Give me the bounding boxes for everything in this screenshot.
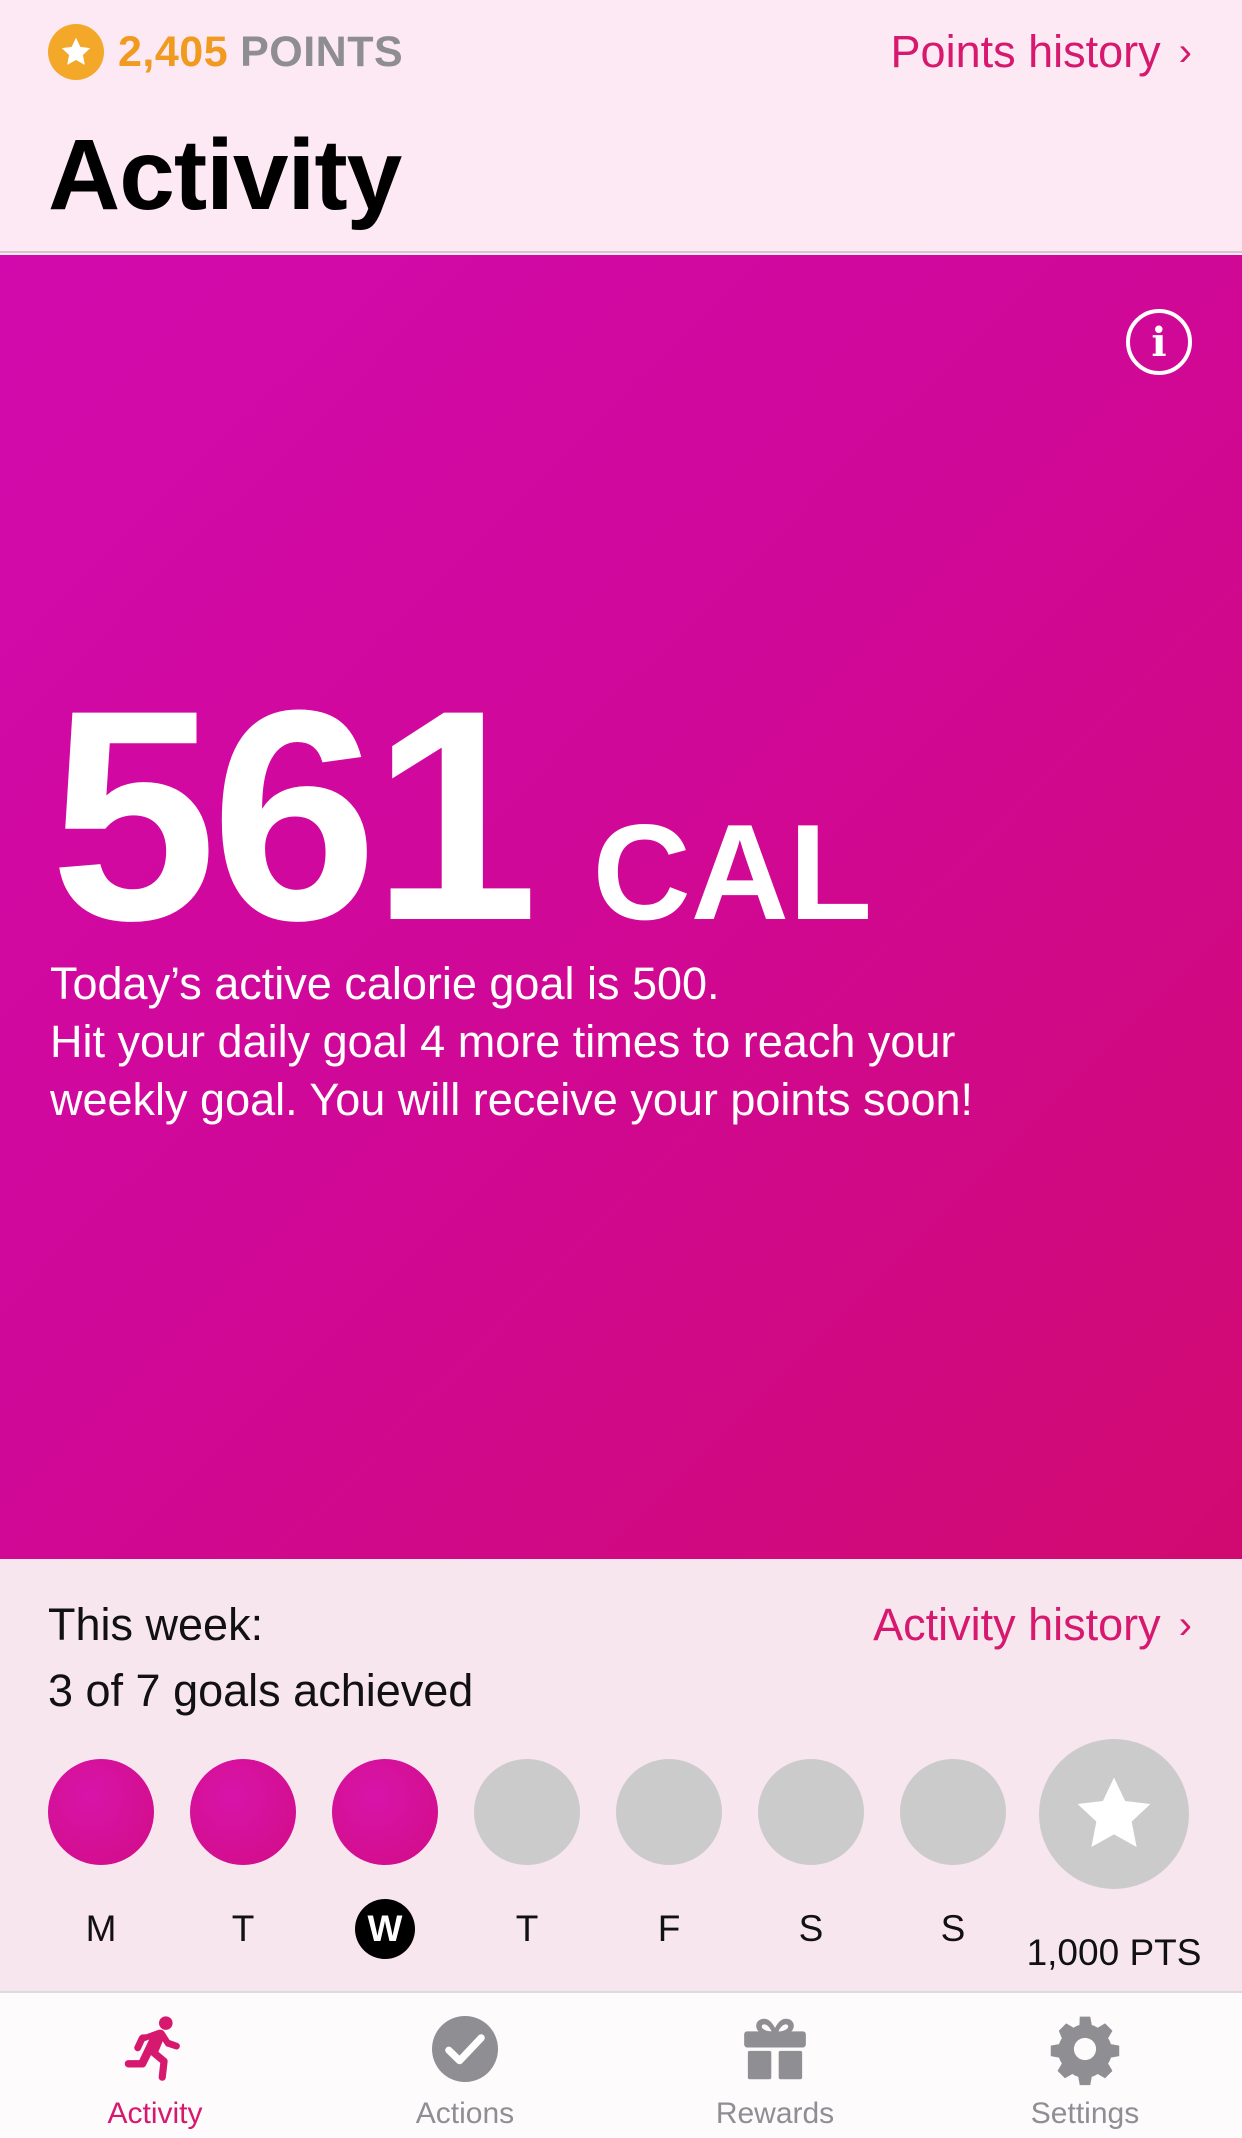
- points-history-label: Points history: [890, 26, 1161, 77]
- calorie-value: 561: [50, 647, 539, 983]
- reward-star-circle: [1039, 1739, 1189, 1889]
- points-summary: 2,405 POINTS: [48, 24, 403, 80]
- weekly-progress: This week: 3 of 7 goals achieved Activit…: [0, 1559, 1242, 1991]
- day-goal-circle: [474, 1759, 580, 1865]
- day-letter: F: [657, 1908, 681, 1949]
- goal-description-line: weekly goal. You will receive your point…: [50, 1074, 974, 1125]
- goal-description-line: Hit your daily goal 4 more times to reac…: [50, 1016, 956, 1067]
- points-value: 2,405: [118, 27, 229, 76]
- points-label: POINTS: [240, 27, 404, 76]
- goals-achieved-text: 3 of 7 goals achieved: [48, 1665, 474, 1716]
- calorie-unit: CAL: [592, 796, 873, 948]
- chevron-right-icon: ›: [1178, 29, 1192, 74]
- weekly-reward: 1,000 PTS: [1027, 1739, 1201, 1983]
- day-sunday[interactable]: S: [900, 1759, 1006, 1959]
- week-label: This week:: [48, 1599, 264, 1650]
- day-friday[interactable]: F: [616, 1759, 722, 1959]
- tab-label: Activity: [107, 2097, 203, 2130]
- tab-actions[interactable]: Actions: [310, 1993, 620, 2138]
- tab-label: Actions: [415, 2097, 515, 2130]
- day-goal-circle: [48, 1759, 154, 1865]
- info-icon[interactable]: i: [1126, 309, 1192, 375]
- tab-label: Settings: [1030, 2097, 1140, 2130]
- star-icon: [48, 24, 104, 80]
- gear-icon: [1047, 2011, 1123, 2087]
- tab-settings[interactable]: Settings: [930, 1993, 1240, 2138]
- day-saturday[interactable]: S: [758, 1759, 864, 1959]
- header: 2,405 POINTS Points history › Activity: [0, 0, 1242, 253]
- running-figure-icon: [117, 2011, 193, 2087]
- tab-rewards[interactable]: Rewards: [620, 1993, 930, 2138]
- day-goal-circle: [616, 1759, 722, 1865]
- day-letter: S: [940, 1908, 966, 1949]
- day-letter: M: [85, 1908, 117, 1949]
- day-letter: T: [515, 1908, 539, 1949]
- star-icon: [1077, 1777, 1151, 1847]
- day-letter-today: W: [355, 1899, 415, 1959]
- tab-bar: Activity Actions Rewards Settings: [0, 1991, 1242, 2138]
- day-goal-circle: [758, 1759, 864, 1865]
- day-monday[interactable]: M: [48, 1759, 154, 1959]
- day-goal-circle: [900, 1759, 1006, 1865]
- checkmark-circle-icon: [427, 2011, 503, 2087]
- tab-activity[interactable]: Activity: [0, 1993, 310, 2138]
- day-letter: S: [798, 1908, 824, 1949]
- day-letter: T: [231, 1908, 255, 1949]
- reward-points-label: 1,000 PTS: [1026, 1932, 1202, 1973]
- day-tuesday[interactable]: T: [190, 1759, 296, 1959]
- activity-history-link[interactable]: Activity history ›: [873, 1599, 1192, 1651]
- points-history-link[interactable]: Points history ›: [891, 24, 1192, 80]
- day-wednesday[interactable]: W: [332, 1759, 438, 1959]
- day-thursday[interactable]: T: [474, 1759, 580, 1959]
- day-goal-circle: [190, 1759, 296, 1865]
- activity-history-label: Activity history: [873, 1599, 1161, 1650]
- gift-icon: [737, 2011, 813, 2087]
- day-goal-circle: [332, 1759, 438, 1865]
- goal-description: Today’s active calorie goal is 500. Hit …: [50, 955, 1190, 1129]
- chevron-right-icon: ›: [1178, 1602, 1192, 1647]
- calorie-readout: 561 CAL: [50, 665, 872, 965]
- calorie-card: i 561 CAL Today’s active calorie goal is…: [0, 255, 1242, 1559]
- page-title: Activity: [48, 119, 402, 231]
- tab-label: Rewards: [715, 2097, 835, 2130]
- goal-description-line: Today’s active calorie goal is 500.: [50, 958, 720, 1009]
